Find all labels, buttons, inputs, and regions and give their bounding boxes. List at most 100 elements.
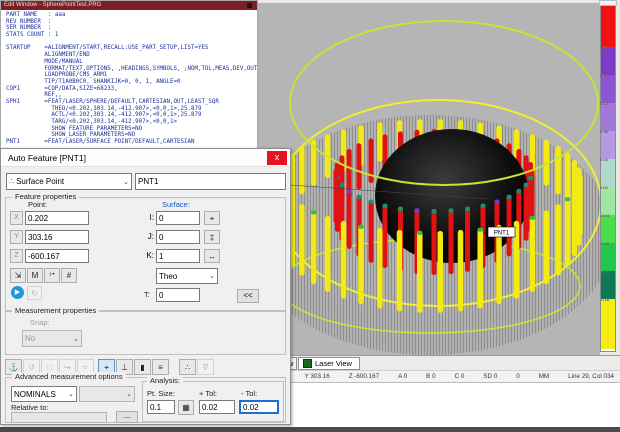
minus-tol-input[interactable] [239,400,279,414]
edit-window-close-icon[interactable] [247,3,252,8]
code-line: COP1 =COP/DATA,SIZE=68233, [6,86,257,93]
color-scale-tick-label: 0.12 [600,102,608,106]
color-scale-tick-label: 0.00 [600,186,608,190]
vector-k-input[interactable] [156,249,200,263]
code-line: ACTL/<0.202,303.14,-412.907>,<0,0,1>,25.… [6,112,257,119]
auto-feature-dialog: Auto Feature [PNT1] x ∴Surface Point ⌄ F… [0,148,291,425]
point-offset-button[interactable]: ⊦• [44,268,60,283]
plus-tol-label: + Tol: [199,389,217,398]
measurement-properties-legend: Measurement properties [12,306,99,315]
code-line: SHOW_LASER_PARAMETERS=NO [6,132,257,139]
pt-size-input[interactable] [147,400,175,414]
nominals-dropdown[interactable]: NOMINALS ⌄ [11,386,77,402]
surface-point-icon: ∴ [9,177,14,186]
pt-size-label: Pt. Size: [147,389,175,398]
grid-button[interactable]: # [61,268,77,283]
code-line: REV NUMBER : [6,19,257,26]
window-bottom-edge [0,427,620,432]
view-tab-bar: w Laser View [258,355,620,371]
code-line: PART NAME : aaa [6,12,257,19]
point-z-input[interactable] [25,249,89,263]
t-label: T: [144,290,150,299]
tab-laser-view[interactable]: Laser View [298,357,360,370]
minus-tol-label: - Tol: [241,389,257,398]
code-line: SPH1 =FEAT/LASER/SPHERE/DEFAULT,CARTESIA… [6,99,257,106]
color-scale-segment: -0.12 [601,243,615,271]
code-line: STATS COUNT : 1 [6,32,257,39]
nominals-mode-dropdown[interactable]: ⌄ [79,386,135,402]
chevron-down-icon: ⌄ [68,390,74,398]
code-line: ALIGNMENT/END [6,52,257,59]
depth-vector-button[interactable]: ↔ [204,249,220,263]
code-line: LOADPROBE/CMS_ARM1 [6,72,257,79]
snap-point-button[interactable]: ⇲ [10,268,26,283]
nominals-value: NOMINALS [14,390,56,399]
snap-dropdown[interactable]: No ⌄ [22,330,82,347]
z-axis-button[interactable]: Z [10,249,23,263]
vector-i-input[interactable] [156,211,200,225]
code-line: STARTUP =ALIGNMENT/START,RECALL:USE_PART… [6,45,257,52]
snap-label: Snap: [30,318,50,327]
laser-view-3d[interactable]: COP1PNT1 [258,2,600,355]
scatter-points-button[interactable]: ∴ [179,359,196,375]
close-icon[interactable]: x [267,151,287,165]
color-scale-segment: -0.08 [601,215,615,243]
density-button[interactable]: ≡ [152,359,169,375]
chevron-down-icon: ⌄ [209,272,215,280]
feature-type-dropdown[interactable]: ∴Surface Point ⌄ [6,173,132,190]
analysis-legend: Analysis: [147,376,183,385]
code-line: SHOW FEATURE PARAMETERS=NO [6,126,257,133]
status-item: Y 303.16 [305,373,330,380]
vector-j-input[interactable] [156,230,200,244]
filter-button[interactable]: ∇ [197,359,214,375]
color-scale-header [599,0,617,6]
status-item: B 0 [426,373,435,380]
point-x-input[interactable] [25,211,89,225]
advanced-options-group: Advanced measurement options NOMINALS ⌄ … [5,377,286,423]
svg-text:PNT1: PNT1 [494,231,510,237]
color-scale-tick-label: -0.16 [600,298,609,302]
color-scale-segment: -0.16 [601,271,615,299]
color-scale-tick-label: 0.20 [600,46,608,50]
surface-label: Surface: [162,200,190,209]
point-y-input[interactable] [25,230,89,244]
edit-window: Edit Window - SpherePointTest.PRG PART N… [0,0,258,150]
reset-button[interactable]: ↻ [27,286,42,300]
read-vector-button[interactable]: ⌖ [204,211,220,225]
color-scale: 0.20 0.16 0.12 0.08 0.04 0.00 -0.04 -0.0… [600,2,616,352]
color-scale-segment [601,299,615,349]
color-scale-tick-label: -0.12 [600,270,609,274]
status-item: Z -600.167 [349,373,379,380]
x-axis-button[interactable]: X [10,211,23,225]
test-play-button[interactable]: ▶ [11,286,24,299]
status-item: SD 0 [483,373,497,380]
flip-vector-button[interactable]: ‡ [204,230,220,244]
find-nominal-button[interactable]: M [27,268,43,283]
color-scale-segment: 0.00 [601,159,615,187]
relative-to-field[interactable] [11,412,107,423]
color-scale-tick-label: -0.04 [600,214,609,218]
status-bar: X 0.202Y 303.16Z -600.167A 0B 0C 0SD 00M… [258,370,620,382]
code-line [6,39,257,46]
code-line: THEO/<0.202,303.14,-412.907>,<0,0,1>,25.… [6,106,257,113]
code-editor[interactable]: PART NAME : aaaREV NUMBER :SER NUMBER :S… [1,10,257,149]
collapse-button[interactable]: << [237,289,259,303]
measurement-properties-group: Measurement properties Snap: No ⌄ [5,311,286,355]
pixel-grid-button[interactable]: ▦ [178,400,194,415]
status-item: MM [539,373,550,380]
t-input[interactable] [156,288,200,302]
code-line: SER NUMBER : [6,25,257,32]
plus-tol-input[interactable] [199,400,235,414]
j-label: J: [140,232,154,241]
color-scale-tick-label: -0.08 [600,242,609,246]
theo-dropdown[interactable]: Theo ⌄ [156,268,218,284]
browse-button[interactable]: ... [116,411,138,423]
feature-name-input[interactable] [135,173,286,190]
color-scale-segment: 0.04 [601,131,615,159]
code-line: MODE/MANUAL [6,59,257,66]
y-axis-button[interactable]: Y [10,230,23,244]
snap-value: No [25,334,35,343]
offset-button[interactable]: ▮ [134,359,151,375]
feature-type-value: Surface Point [16,177,64,186]
point-label: Point: [28,200,47,209]
